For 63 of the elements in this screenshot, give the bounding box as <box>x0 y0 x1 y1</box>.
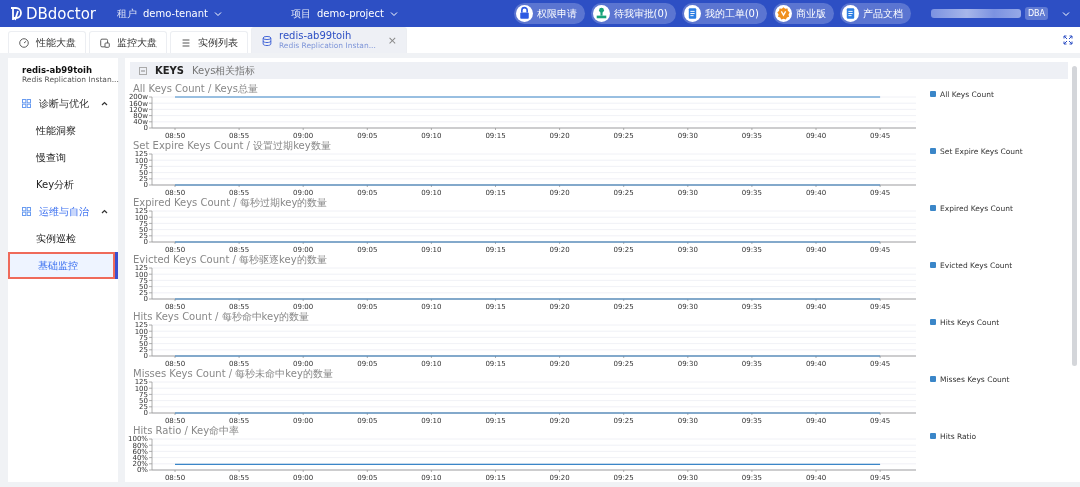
scrollbar[interactable] <box>1072 66 1077 366</box>
chart-title: Hits Keys Count / 每秒命中key的数量 <box>132 311 311 322</box>
header-button[interactable]: 我的工单(0) <box>681 3 767 24</box>
y-axis <box>148 324 153 357</box>
chart-title: Set Expire Keys Count / 设置过期key数量 <box>132 140 332 151</box>
menu-group[interactable]: 诊断与优化 <box>8 90 118 117</box>
menu-group[interactable]: 运维与自治 <box>8 198 118 225</box>
project-select[interactable]: demo-project <box>317 8 384 19</box>
lock-icon <box>515 5 533 22</box>
gauge-icon <box>18 36 30 49</box>
header-button[interactable]: 商业版 <box>772 3 834 24</box>
chart-title: All Keys Count / Keys总量 <box>133 83 259 94</box>
header-button[interactable]: 待我审批(0) <box>590 3 676 24</box>
doc-icon <box>841 5 859 22</box>
tab[interactable]: 监控大盘 <box>89 31 167 53</box>
menu-item[interactable]: 性能洞察 <box>8 117 115 144</box>
tab-label: 性能大盘 <box>36 35 76 50</box>
menu-item[interactable]: 慢查询 <box>8 144 115 171</box>
section-header[interactable]: KEYS Keys相关指标 <box>130 62 1068 79</box>
caret-icon <box>101 101 108 106</box>
logo-text: DBdoctor <box>26 4 96 23</box>
stamp-icon <box>592 5 610 22</box>
fullscreen-icon[interactable] <box>1063 35 1073 45</box>
database-icon <box>261 34 273 47</box>
y-axis <box>148 381 153 414</box>
chart-title: Evicted Keys Count / 每秒驱逐key的数量 <box>132 254 328 265</box>
role-badge: DBA <box>1024 7 1048 20</box>
section-title: KEYS <box>155 65 185 76</box>
y-axis <box>148 153 153 186</box>
caret-icon[interactable] <box>389 10 398 17</box>
menu-item[interactable]: 基础监控 <box>8 252 115 279</box>
caret-icon[interactable] <box>1062 10 1070 17</box>
tab-title: redis-ab99toih <box>279 30 352 42</box>
tab-label: 监控大盘 <box>117 35 157 50</box>
grid-icon <box>22 207 31 216</box>
y-axis <box>148 96 153 129</box>
grid-icon <box>22 99 31 108</box>
instance-name: redis-ab99toih <box>21 65 94 75</box>
caret-icon <box>101 209 108 214</box>
monitor-icon <box>99 36 111 49</box>
menu-item[interactable]: Key分析 <box>8 171 115 198</box>
header-button[interactable]: 产品文档 <box>839 3 911 24</box>
header-button[interactable]: 权限申请 <box>513 3 585 24</box>
tab-label: 实例列表 <box>198 35 238 50</box>
y-axis <box>148 267 153 300</box>
section-subtitle: Keys相关指标 <box>192 63 256 78</box>
y-axis <box>148 210 153 243</box>
chart-title: Misses Keys Count / 每秒未命中key的数量 <box>132 368 334 379</box>
badge-icon <box>774 5 792 22</box>
doc-icon <box>683 5 701 22</box>
caret-icon[interactable] <box>213 10 222 17</box>
chart-title: Hits Ratio / Key命中率 <box>133 425 241 436</box>
y-axis <box>148 438 153 471</box>
logo-icon <box>9 5 23 22</box>
tab[interactable]: 性能大盘 <box>8 31 86 53</box>
chart-title: Expired Keys Count / 每秒过期key的数量 <box>132 197 329 208</box>
collapse-icon[interactable] <box>139 66 147 75</box>
list-icon <box>180 36 192 49</box>
tab[interactable]: 实例列表 <box>170 31 248 53</box>
tenant-label: 租户 <box>117 6 137 21</box>
menu-item[interactable]: 实例巡检 <box>8 225 115 252</box>
project-label: 项目 <box>291 6 311 21</box>
tenant-select[interactable]: demo-tenant <box>143 8 208 19</box>
